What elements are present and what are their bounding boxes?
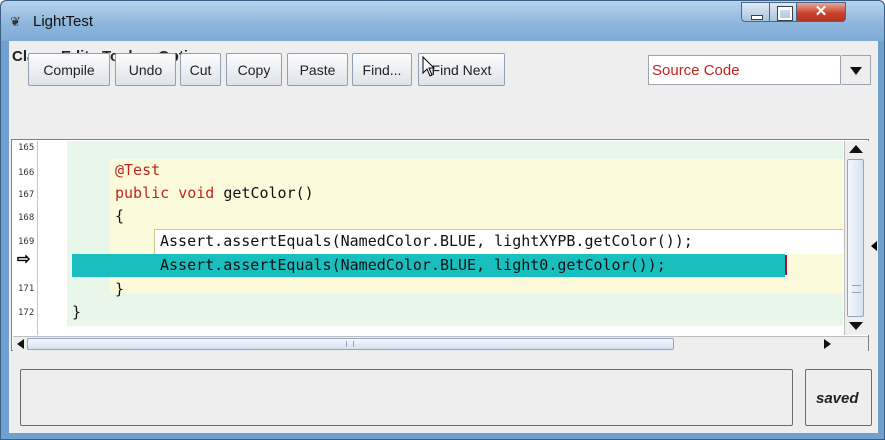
view-selector[interactable]: Source Code xyxy=(648,55,841,85)
horizontal-scroll-thumb[interactable] xyxy=(27,338,674,350)
scroll-left-icon[interactable] xyxy=(17,339,24,349)
line-number: 167 xyxy=(18,190,35,200)
line-number: 165 xyxy=(18,143,35,153)
scroll-down-icon[interactable] xyxy=(849,322,863,330)
status-text: saved xyxy=(816,390,859,407)
code-line: @Test xyxy=(115,161,161,179)
chevron-down-icon xyxy=(850,67,862,75)
line-number-gutter[interactable]: 165 166 167 168 169 ⇨ 171 172 xyxy=(13,141,38,335)
horizontal-scrollbar[interactable] xyxy=(13,336,868,351)
scroll-grip-icon xyxy=(346,341,354,347)
mouse-cursor-icon xyxy=(422,56,436,77)
scroll-right-icon[interactable] xyxy=(824,339,831,349)
vertical-scrollbar[interactable] xyxy=(844,141,869,335)
scroll-grip-icon xyxy=(852,285,861,293)
highlight-extension xyxy=(785,254,843,277)
window-title: LightTest xyxy=(33,13,94,30)
panel-collapse-icon[interactable] xyxy=(871,241,877,251)
status-box: saved xyxy=(805,369,872,426)
line-number: 171 xyxy=(18,284,35,294)
find-button[interactable]: Find... xyxy=(352,53,412,86)
cut-button[interactable]: Cut xyxy=(180,53,221,86)
vertical-scroll-thumb[interactable] xyxy=(847,159,864,317)
maximize-button[interactable] xyxy=(769,2,797,22)
message-area xyxy=(20,369,793,426)
compile-button[interactable]: Compile xyxy=(28,53,110,86)
close-icon: ✕ xyxy=(814,3,828,20)
line-number: 168 xyxy=(18,213,35,223)
app-window: ❦ LightTest ✕ Class Edit Tools Options C… xyxy=(0,0,885,440)
scroll-up-icon[interactable] xyxy=(849,145,863,153)
line-number: 169 xyxy=(18,237,35,247)
code-line-current: Assert.assertEquals(NamedColor.BLUE, lig… xyxy=(160,256,666,274)
title-bar[interactable]: ❦ LightTest ✕ xyxy=(1,1,884,41)
copy-button[interactable]: Copy xyxy=(226,53,282,86)
text-caret xyxy=(785,255,787,275)
undo-button[interactable]: Undo xyxy=(115,53,176,86)
current-line-arrow-icon: ⇨ xyxy=(17,251,31,268)
minimize-icon xyxy=(751,15,763,20)
line-number: 172 xyxy=(18,308,35,318)
code-line: public void getColor() xyxy=(115,184,314,202)
code-line: } xyxy=(115,280,125,298)
view-selector-dropdown[interactable] xyxy=(842,55,871,85)
code-area[interactable]: 165 166 167 168 169 ⇨ 171 172 @Test publ… xyxy=(13,141,843,335)
line-number: 166 xyxy=(18,168,35,178)
app-icon: ❦ xyxy=(10,14,21,29)
code-line: { xyxy=(115,207,125,225)
paste-button[interactable]: Paste xyxy=(287,53,348,86)
maximize-icon xyxy=(777,6,793,21)
code-editor[interactable]: 165 166 167 168 169 ⇨ 171 172 @Test publ… xyxy=(11,139,869,351)
close-button[interactable]: ✕ xyxy=(796,2,846,22)
minimize-button[interactable] xyxy=(741,2,770,22)
view-selector-value: Source Code xyxy=(652,62,740,79)
code-line: } xyxy=(72,303,82,321)
code-line: Assert.assertEquals(NamedColor.BLUE, lig… xyxy=(160,232,693,250)
